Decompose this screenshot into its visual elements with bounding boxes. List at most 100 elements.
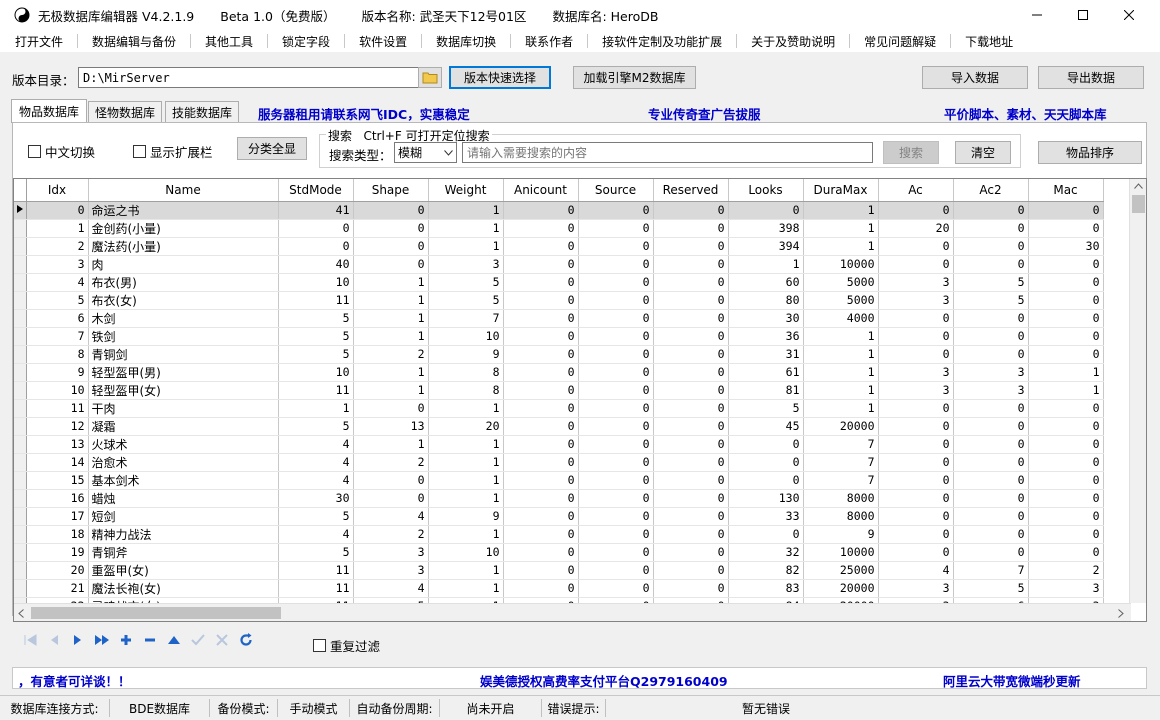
cell-mac[interactable]: 0 — [1028, 417, 1104, 436]
cell-reserved[interactable]: 0 — [653, 363, 729, 382]
cell-source[interactable]: 0 — [578, 201, 654, 220]
tab-skills[interactable]: 技能数据库 — [165, 101, 239, 123]
cell-ac[interactable]: 3 — [878, 381, 954, 400]
show-all-button[interactable]: 分类全显 — [237, 137, 307, 160]
cell-shape[interactable]: 1 — [353, 273, 429, 292]
cell-name[interactable]: 重盔甲(女) — [88, 561, 279, 580]
column-header-anicount[interactable]: Anicount — [503, 179, 579, 202]
cell-duramax[interactable]: 10000 — [803, 543, 879, 562]
cell-duramax[interactable]: 7 — [803, 435, 879, 454]
promo-right[interactable]: 平价脚本、素材、天天脚本库 — [944, 104, 1107, 123]
column-header-weight[interactable]: Weight — [428, 179, 504, 202]
cell-anicount[interactable]: 0 — [503, 579, 579, 598]
table-row[interactable]: 7 铁剑 5 1 10 0 0 0 36 1 0 0 0 — [14, 327, 1104, 346]
table-row[interactable]: 10 轻型盔甲(女) 11 1 8 0 0 0 81 1 3 3 1 — [14, 381, 1104, 400]
cell-ac[interactable]: 3 — [878, 291, 954, 310]
cell-mac[interactable]: 0 — [1028, 471, 1104, 490]
cell-source[interactable]: 0 — [578, 579, 654, 598]
cell-name[interactable]: 轻型盔甲(女) — [88, 381, 279, 400]
cell-ac2[interactable]: 0 — [953, 201, 1029, 220]
clear-button[interactable]: 清空 — [955, 141, 1011, 164]
cell-name[interactable]: 魔法长袍(女) — [88, 579, 279, 598]
cell-ac[interactable]: 0 — [878, 507, 954, 526]
cell-name[interactable]: 治愈术 — [88, 453, 279, 472]
cell-weight[interactable]: 1 — [428, 471, 504, 490]
table-row[interactable]: 3 肉 40 0 3 0 0 0 1 10000 0 0 0 — [14, 255, 1104, 274]
items-grid[interactable]: Idx Name StdMode Shape Weight Anicount Source R… — [13, 178, 1147, 622]
cell-name[interactable]: 布衣(男) — [88, 273, 279, 292]
cell-name[interactable]: 铁剑 — [88, 327, 279, 346]
cell-name[interactable]: 火球术 — [88, 435, 279, 454]
cell-name[interactable]: 布衣(女) — [88, 291, 279, 310]
cell-idx[interactable]: 18 — [26, 525, 89, 544]
cell-anicount[interactable]: 0 — [503, 309, 579, 328]
cell-looks[interactable]: 0 — [728, 435, 804, 454]
cell-source[interactable]: 0 — [578, 363, 654, 382]
cell-ac2[interactable]: 0 — [953, 417, 1029, 436]
nav-edit-button[interactable] — [162, 630, 186, 650]
cell-source[interactable]: 0 — [578, 507, 654, 526]
scroll-up-icon[interactable] — [1134, 183, 1143, 189]
nav-insert-button[interactable] — [114, 630, 138, 650]
cell-reserved[interactable]: 0 — [653, 381, 729, 400]
cell-source[interactable]: 0 — [578, 345, 654, 364]
cell-name[interactable]: 轻型盔甲(男) — [88, 363, 279, 382]
cell-anicount[interactable]: 0 — [503, 525, 579, 544]
table-row[interactable]: 1 金创药(小量) 0 0 1 0 0 0 398 1 20 0 0 — [14, 219, 1104, 238]
cell-idx[interactable]: 7 — [26, 327, 89, 346]
cell-stdmode[interactable]: 10 — [278, 363, 354, 382]
cell-shape[interactable]: 0 — [353, 489, 429, 508]
sort-items-button[interactable]: 物品排序 — [1038, 141, 1142, 164]
cell-looks[interactable]: 36 — [728, 327, 804, 346]
menu-item-2[interactable]: 其他工具 — [198, 33, 260, 50]
cell-ac[interactable]: 0 — [878, 309, 954, 328]
table-row[interactable]: 4 布衣(男) 10 1 5 0 0 0 60 5000 3 5 0 — [14, 273, 1104, 292]
cell-stdmode[interactable]: 30 — [278, 489, 354, 508]
cell-looks[interactable]: 32 — [728, 543, 804, 562]
cell-anicount[interactable]: 0 — [503, 273, 579, 292]
cell-anicount[interactable]: 0 — [503, 471, 579, 490]
cell-anicount[interactable]: 0 — [503, 453, 579, 472]
cell-looks[interactable]: 1 — [728, 255, 804, 274]
table-row[interactable]: 18 精神力战法 4 2 1 0 0 0 0 9 0 0 0 — [14, 525, 1104, 544]
cell-reserved[interactable]: 0 — [653, 399, 729, 418]
column-header-source[interactable]: Source — [578, 179, 654, 202]
column-header-mac[interactable]: Mac — [1028, 179, 1104, 202]
cell-ac2[interactable]: 7 — [953, 561, 1029, 580]
cell-idx[interactable]: 1 — [26, 219, 89, 238]
tab-monsters[interactable]: 怪物数据库 — [88, 101, 162, 123]
cell-anicount[interactable]: 0 — [503, 237, 579, 256]
cell-duramax[interactable]: 10000 — [803, 255, 879, 274]
menu-item-9[interactable]: 常见问题解疑 — [857, 33, 943, 50]
cell-looks[interactable]: 33 — [728, 507, 804, 526]
cell-reserved[interactable]: 0 — [653, 291, 729, 310]
cell-duramax[interactable]: 1 — [803, 237, 879, 256]
cell-duramax[interactable]: 4000 — [803, 309, 879, 328]
cell-idx[interactable]: 2 — [26, 237, 89, 256]
cell-weight[interactable]: 1 — [428, 561, 504, 580]
cell-duramax[interactable]: 8000 — [803, 507, 879, 526]
cell-duramax[interactable]: 1 — [803, 219, 879, 238]
cell-stdmode[interactable]: 4 — [278, 525, 354, 544]
cell-shape[interactable]: 1 — [353, 309, 429, 328]
cell-source[interactable]: 0 — [578, 417, 654, 436]
table-row[interactable]: 21 魔法长袍(女) 11 4 1 0 0 0 83 20000 3 5 3 — [14, 579, 1104, 598]
cell-source[interactable]: 0 — [578, 237, 654, 256]
cell-mac[interactable]: 0 — [1028, 543, 1104, 562]
cell-mac[interactable]: 1 — [1028, 363, 1104, 382]
cell-weight[interactable]: 1 — [428, 219, 504, 238]
cell-stdmode[interactable]: 11 — [278, 381, 354, 400]
nav-cancel-button[interactable] — [210, 630, 234, 650]
cell-reserved[interactable]: 0 — [653, 327, 729, 346]
menu-item-7[interactable]: 接软件定制及功能扩展 — [595, 33, 729, 50]
column-header-ac[interactable]: Ac — [878, 179, 954, 202]
cell-weight[interactable]: 20 — [428, 417, 504, 436]
cell-idx[interactable]: 20 — [26, 561, 89, 580]
cell-shape[interactable]: 1 — [353, 327, 429, 346]
column-header-idx[interactable]: Idx — [26, 179, 89, 202]
column-header-reserved[interactable]: Reserved — [653, 179, 729, 202]
cell-ac2[interactable]: 0 — [953, 309, 1029, 328]
cell-ac2[interactable]: 0 — [953, 255, 1029, 274]
cell-stdmode[interactable]: 5 — [278, 417, 354, 436]
cell-weight[interactable]: 5 — [428, 291, 504, 310]
